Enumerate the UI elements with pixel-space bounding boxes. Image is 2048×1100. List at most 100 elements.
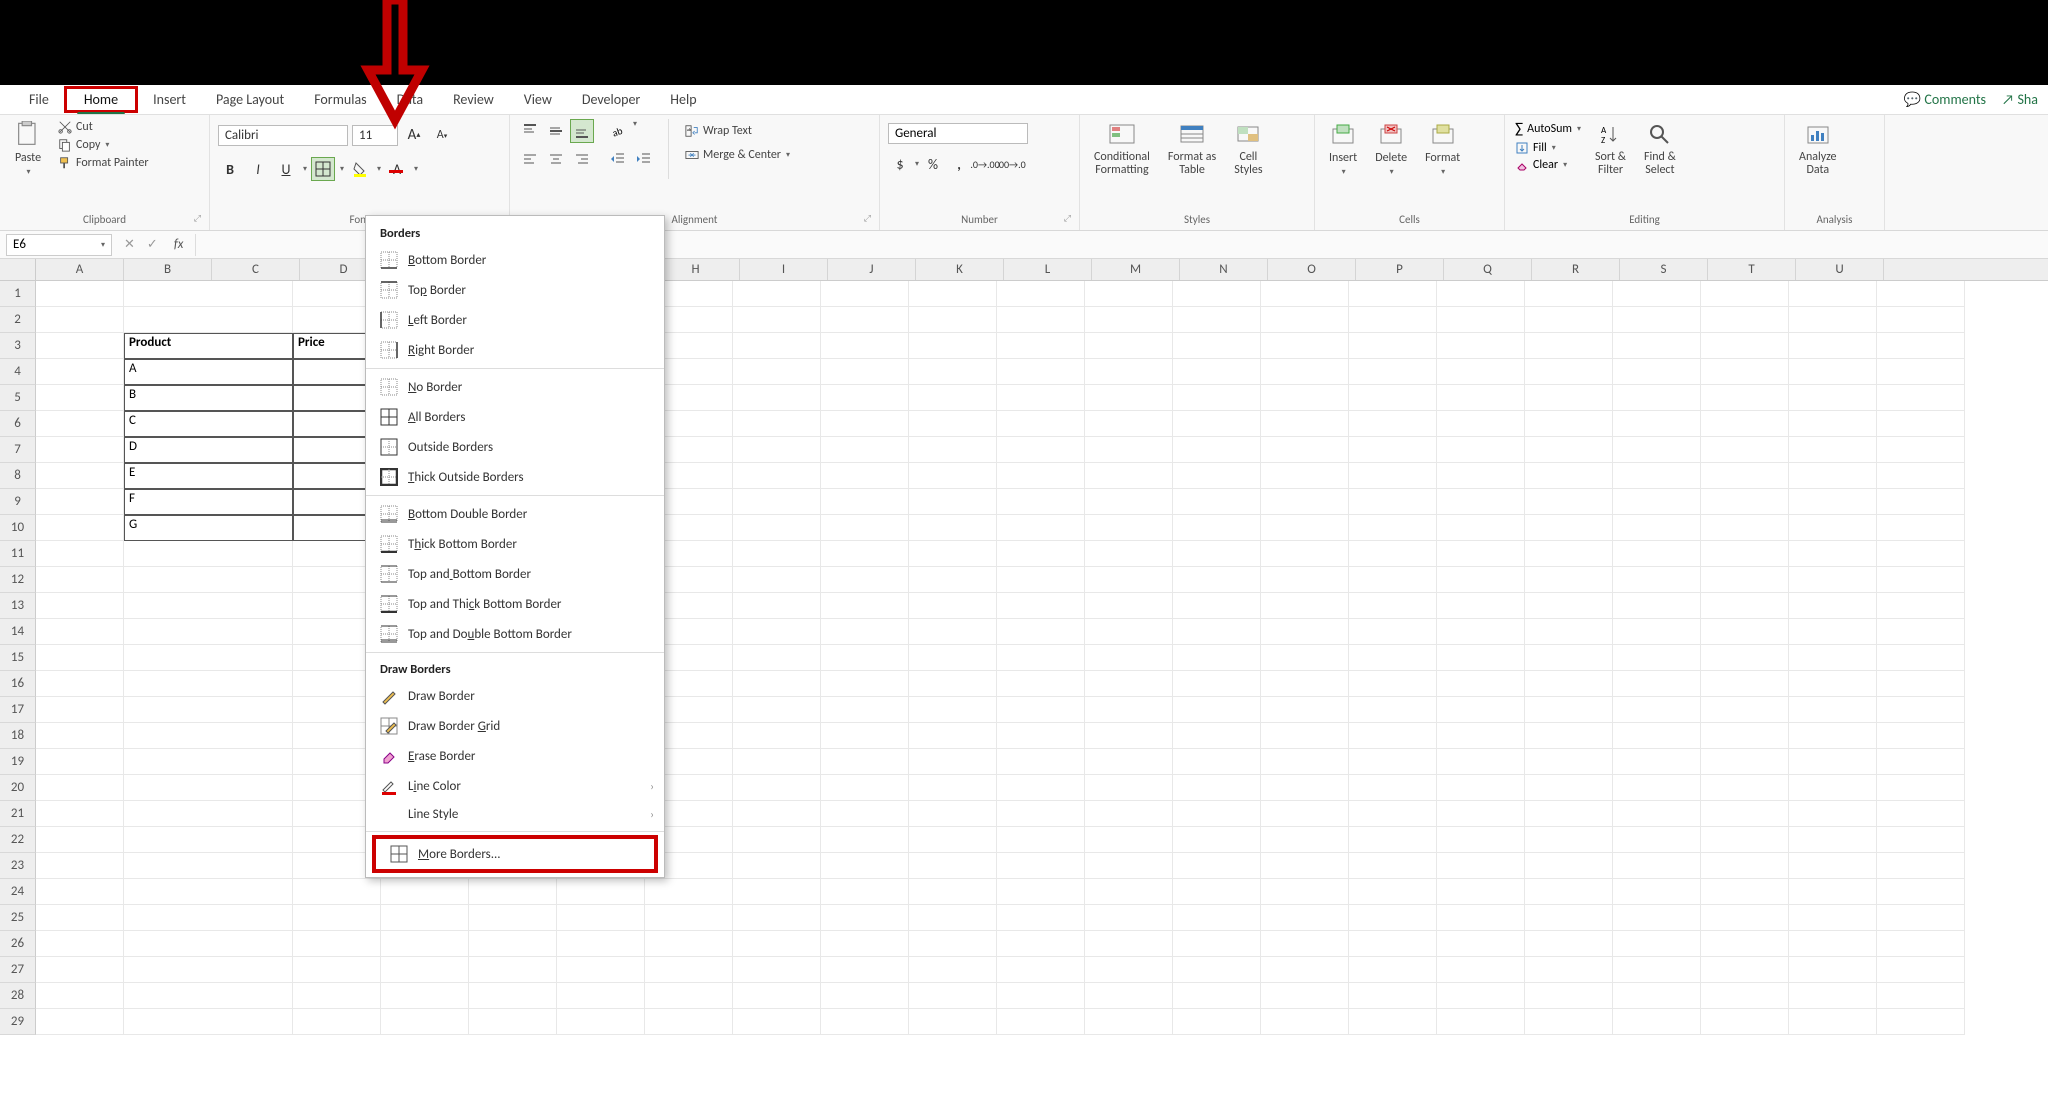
- cell-Q23[interactable]: [1525, 853, 1613, 879]
- row-header-8[interactable]: 8: [0, 463, 36, 489]
- cell-Q27[interactable]: [1525, 957, 1613, 983]
- cell-T9[interactable]: [1789, 489, 1877, 515]
- cell-A25[interactable]: [36, 905, 124, 931]
- cell-D25[interactable]: [381, 905, 469, 931]
- row-header-10[interactable]: 10: [0, 515, 36, 541]
- eraser-menu-item[interactable]: Erase Border: [366, 741, 664, 771]
- fx-button[interactable]: fx: [170, 237, 184, 252]
- align-middle-button[interactable]: [544, 119, 568, 143]
- cell-L19[interactable]: [1085, 749, 1173, 775]
- merge-center-button[interactable]: Merge & Center ▾: [681, 147, 794, 163]
- column-header-Q[interactable]: Q: [1444, 259, 1532, 280]
- cell-U28[interactable]: [1877, 983, 1965, 1009]
- fill-color-button[interactable]: [348, 157, 372, 181]
- row-header-2[interactable]: 2: [0, 307, 36, 333]
- cell-B4[interactable]: A: [124, 359, 293, 385]
- line-style-menu-item[interactable]: Line Style›: [366, 801, 664, 828]
- row-header-13[interactable]: 13: [0, 593, 36, 619]
- cell-A29[interactable]: [36, 1009, 124, 1035]
- tab-page-layout[interactable]: Page Layout: [201, 86, 299, 113]
- cell-H26[interactable]: [733, 931, 821, 957]
- cell-B10[interactable]: G: [124, 515, 293, 541]
- cell-F29[interactable]: [557, 1009, 645, 1035]
- cell-A26[interactable]: [36, 931, 124, 957]
- cell-R27[interactable]: [1613, 957, 1701, 983]
- cell-Q5[interactable]: [1525, 385, 1613, 411]
- cell-Q22[interactable]: [1525, 827, 1613, 853]
- cell-O25[interactable]: [1349, 905, 1437, 931]
- cell-A7[interactable]: [36, 437, 124, 463]
- cell-B16[interactable]: [124, 671, 293, 697]
- cell-K13[interactable]: [997, 593, 1085, 619]
- cell-Q3[interactable]: [1525, 333, 1613, 359]
- cell-N19[interactable]: [1261, 749, 1349, 775]
- cell-H18[interactable]: [733, 723, 821, 749]
- cell-J6[interactable]: [909, 411, 997, 437]
- cell-I8[interactable]: [821, 463, 909, 489]
- cell-I19[interactable]: [821, 749, 909, 775]
- cell-P9[interactable]: [1437, 489, 1525, 515]
- cell-N5[interactable]: [1261, 385, 1349, 411]
- row-header-5[interactable]: 5: [0, 385, 36, 411]
- cell-L18[interactable]: [1085, 723, 1173, 749]
- cell-L22[interactable]: [1085, 827, 1173, 853]
- cell-J23[interactable]: [909, 853, 997, 879]
- cell-A27[interactable]: [36, 957, 124, 983]
- cell-J26[interactable]: [909, 931, 997, 957]
- cell-N4[interactable]: [1261, 359, 1349, 385]
- cell-J29[interactable]: [909, 1009, 997, 1035]
- cell-N6[interactable]: [1261, 411, 1349, 437]
- cell-T12[interactable]: [1789, 567, 1877, 593]
- cell-N7[interactable]: [1261, 437, 1349, 463]
- cell-A20[interactable]: [36, 775, 124, 801]
- cell-A21[interactable]: [36, 801, 124, 827]
- cell-U13[interactable]: [1877, 593, 1965, 619]
- cell-I18[interactable]: [821, 723, 909, 749]
- cell-K1[interactable]: [997, 281, 1085, 307]
- cell-R21[interactable]: [1613, 801, 1701, 827]
- column-header-P[interactable]: P: [1356, 259, 1444, 280]
- cell-Q7[interactable]: [1525, 437, 1613, 463]
- cell-R6[interactable]: [1613, 411, 1701, 437]
- border-top-thick-bottom-menu-item[interactable]: Top and Thick Bottom Border: [366, 589, 664, 619]
- cell-P19[interactable]: [1437, 749, 1525, 775]
- cell-R12[interactable]: [1613, 567, 1701, 593]
- cell-E28[interactable]: [469, 983, 557, 1009]
- delete-cells-button[interactable]: Delete▾: [1369, 119, 1413, 179]
- cell-F24[interactable]: [557, 879, 645, 905]
- cell-K7[interactable]: [997, 437, 1085, 463]
- cell-N14[interactable]: [1261, 619, 1349, 645]
- cell-L26[interactable]: [1085, 931, 1173, 957]
- cell-P20[interactable]: [1437, 775, 1525, 801]
- cell-K17[interactable]: [997, 697, 1085, 723]
- cell-T27[interactable]: [1789, 957, 1877, 983]
- cell-B18[interactable]: [124, 723, 293, 749]
- cell-Q10[interactable]: [1525, 515, 1613, 541]
- cell-B2[interactable]: [124, 307, 293, 333]
- cell-M18[interactable]: [1173, 723, 1261, 749]
- cell-A13[interactable]: [36, 593, 124, 619]
- cell-M10[interactable]: [1173, 515, 1261, 541]
- cell-T22[interactable]: [1789, 827, 1877, 853]
- cell-T21[interactable]: [1789, 801, 1877, 827]
- cell-J9[interactable]: [909, 489, 997, 515]
- row-header-11[interactable]: 11: [0, 541, 36, 567]
- row-header-3[interactable]: 3: [0, 333, 36, 359]
- decrease-decimal-button[interactable]: .00→.0: [999, 152, 1023, 176]
- cell-T5[interactable]: [1789, 385, 1877, 411]
- cell-J7[interactable]: [909, 437, 997, 463]
- column-header-I[interactable]: I: [740, 259, 828, 280]
- cell-I26[interactable]: [821, 931, 909, 957]
- cell-S15[interactable]: [1701, 645, 1789, 671]
- number-format-select[interactable]: General: [888, 123, 1028, 144]
- cell-K9[interactable]: [997, 489, 1085, 515]
- cell-N15[interactable]: [1261, 645, 1349, 671]
- cell-A22[interactable]: [36, 827, 124, 853]
- cell-G25[interactable]: [645, 905, 733, 931]
- cell-I20[interactable]: [821, 775, 909, 801]
- cell-H3[interactable]: [733, 333, 821, 359]
- cell-L3[interactable]: [1085, 333, 1173, 359]
- cell-A1[interactable]: [36, 281, 124, 307]
- cell-A23[interactable]: [36, 853, 124, 879]
- cell-O29[interactable]: [1349, 1009, 1437, 1035]
